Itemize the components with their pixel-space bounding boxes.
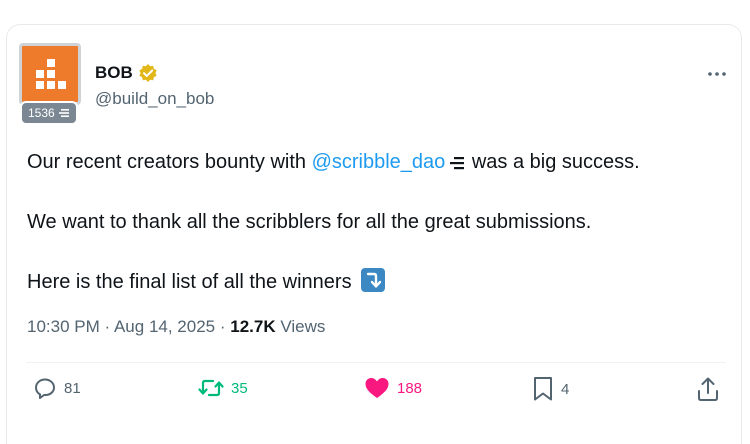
tweet-line-3-text: Here is the final list of all the winner… bbox=[27, 271, 352, 293]
author-handle[interactable]: @build_on_bob bbox=[95, 89, 214, 109]
more-icon[interactable] bbox=[706, 63, 728, 85]
affiliate-list-icon bbox=[450, 156, 465, 169]
tweet-line-3: Here is the final list of all the winner… bbox=[27, 267, 386, 297]
tweet-line-1-end: was a big success. bbox=[466, 151, 640, 173]
tweet-time[interactable]: 10:30 PM bbox=[27, 317, 100, 336]
bob-logo-avatar bbox=[19, 43, 81, 105]
bookmark-button[interactable]: 4 bbox=[532, 376, 569, 402]
tweet-line-1: Our recent creators bounty with @scribbl… bbox=[27, 147, 640, 177]
views-label: Views bbox=[280, 317, 326, 336]
retweet-icon bbox=[198, 379, 224, 397]
tweet-date[interactable]: Aug 14, 2025 bbox=[114, 317, 215, 336]
avatar[interactable]: 1536 bbox=[19, 43, 83, 125]
tweet-line-1-start: Our recent creators bounty with bbox=[27, 151, 312, 173]
verified-badge-icon bbox=[139, 64, 157, 82]
mention-link[interactable]: @scribble_dao bbox=[312, 151, 446, 173]
heart-icon bbox=[365, 378, 389, 398]
bookmark-count: 4 bbox=[561, 380, 570, 398]
meta-separator: · bbox=[219, 317, 226, 336]
author-name-row[interactable]: BOB bbox=[95, 63, 158, 83]
retweet-count: 35 bbox=[231, 379, 248, 397]
divider bbox=[26, 362, 726, 363]
share-icon bbox=[698, 377, 718, 401]
share-button[interactable] bbox=[696, 376, 720, 402]
affiliate-count-badge: 1536 bbox=[20, 101, 78, 125]
like-count: 188 bbox=[397, 379, 423, 397]
bookmark-icon bbox=[534, 377, 552, 401]
arrow-down-emoji-icon bbox=[361, 268, 386, 292]
tweet-line-2: We want to thank all the scribblers for … bbox=[27, 211, 592, 233]
reply-icon bbox=[35, 378, 55, 399]
bob-logo-icon bbox=[36, 59, 66, 89]
like-button[interactable]: 188 bbox=[364, 376, 422, 400]
affiliate-list-icon bbox=[58, 109, 69, 117]
views-count: 12.7K bbox=[230, 317, 276, 336]
affiliate-count: 1536 bbox=[28, 106, 55, 120]
reply-button[interactable]: 81 bbox=[33, 376, 81, 400]
author-name[interactable]: BOB bbox=[95, 63, 133, 83]
tweet-actions: 81 35 188 4 bbox=[0, 376, 750, 408]
reply-count: 81 bbox=[64, 379, 81, 397]
retweet-button[interactable]: 35 bbox=[198, 376, 248, 400]
tweet-meta: 10:30 PM · Aug 14, 2025 · 12.7K Views bbox=[27, 317, 325, 337]
meta-separator: · bbox=[104, 317, 111, 336]
